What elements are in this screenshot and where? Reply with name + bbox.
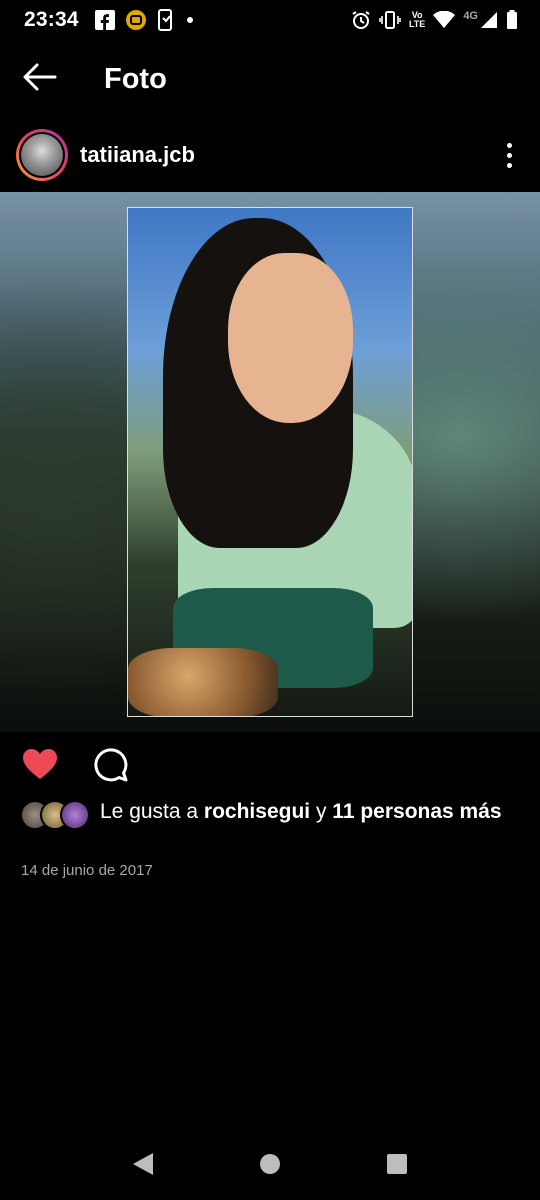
status-notification-icons bbox=[94, 9, 195, 31]
nav-recents-icon bbox=[386, 1153, 408, 1180]
likes-middle: y bbox=[310, 800, 333, 823]
likes-text: Le gusta a rochisegui y 11 personas más bbox=[100, 798, 502, 826]
volte-bottom-label: LTE bbox=[408, 19, 426, 29]
photo-framed-selfie bbox=[127, 207, 413, 717]
like-button[interactable] bbox=[20, 746, 60, 786]
more-vertical-icon-dot bbox=[506, 152, 512, 158]
likes-prefix: Le gusta a bbox=[100, 800, 204, 823]
user-avatar[interactable] bbox=[16, 129, 68, 181]
signal-icon bbox=[480, 11, 498, 29]
more-vertical-icon bbox=[506, 142, 512, 148]
avatar-border bbox=[19, 132, 65, 178]
top-app-bar: Foto bbox=[0, 48, 540, 110]
liker-avatars bbox=[20, 800, 90, 830]
post-actions bbox=[0, 742, 540, 790]
comment-button[interactable] bbox=[90, 746, 130, 786]
network-type-label: 4G bbox=[463, 10, 478, 22]
nav-back-button[interactable] bbox=[113, 1141, 173, 1191]
status-time: 23:34 bbox=[24, 8, 79, 31]
battery-icon bbox=[506, 10, 518, 30]
more-options-button[interactable] bbox=[494, 135, 524, 175]
likes-summary[interactable]: Le gusta a rochisegui y 11 personas más bbox=[20, 798, 520, 830]
post-photo[interactable] bbox=[0, 192, 540, 732]
arrow-left-icon bbox=[23, 63, 57, 96]
vibrate-icon bbox=[379, 10, 401, 30]
post-date: 14 de junio de 2017 bbox=[21, 862, 153, 879]
post-username[interactable]: tatiiana.jcb bbox=[80, 142, 195, 168]
app-notification-icon bbox=[125, 9, 147, 31]
page-title: Foto bbox=[104, 62, 167, 95]
back-button[interactable] bbox=[0, 48, 80, 110]
comment-icon bbox=[92, 746, 128, 787]
more-vertical-icon-dot bbox=[506, 162, 512, 168]
alarm-icon bbox=[351, 10, 371, 30]
liker-avatar bbox=[60, 800, 90, 830]
volte-icon: Vo LTE bbox=[409, 11, 425, 29]
dot-icon bbox=[185, 15, 195, 25]
liker-username[interactable]: rochisegui bbox=[204, 800, 310, 823]
likes-others[interactable]: 11 personas más bbox=[332, 800, 501, 823]
system-navigation-bar bbox=[0, 1132, 540, 1200]
wifi-icon bbox=[433, 11, 456, 29]
photo-face bbox=[228, 253, 353, 423]
heart-filled-icon bbox=[22, 748, 58, 785]
photo-food bbox=[128, 648, 278, 716]
status-bar: 23:34 Vo LTE 4G bbox=[0, 0, 540, 40]
nav-home-button[interactable] bbox=[240, 1141, 300, 1191]
nav-back-icon bbox=[132, 1152, 154, 1181]
post-header: tatiiana.jcb bbox=[0, 124, 540, 186]
avatar-image bbox=[21, 134, 63, 176]
status-system-icons: Vo LTE 4G bbox=[351, 10, 518, 30]
nav-recents-button[interactable] bbox=[367, 1141, 427, 1191]
facebook-icon bbox=[94, 10, 115, 30]
phone-sync-icon bbox=[157, 9, 175, 31]
nav-home-icon bbox=[259, 1153, 281, 1180]
